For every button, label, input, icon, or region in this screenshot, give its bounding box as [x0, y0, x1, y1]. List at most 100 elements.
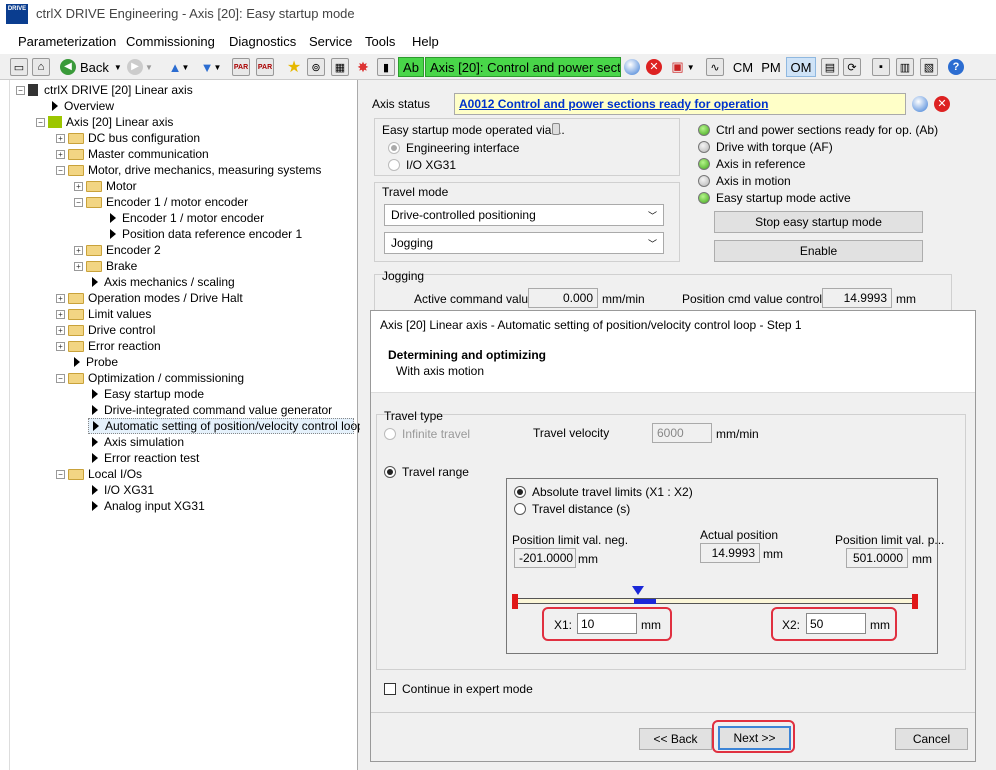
tree-item-easy-startup[interactable]: Easy startup mode	[10, 386, 357, 402]
tree-item-local-ios[interactable]: − Local I/Os	[10, 466, 357, 482]
folder-icon	[86, 180, 102, 192]
status-short-badge: Ab	[398, 57, 424, 77]
tree-item-error-reaction[interactable]: + Error reaction	[10, 338, 357, 354]
param-compare-icon[interactable]: PAR	[256, 58, 274, 76]
tree-item-analog-input[interactable]: Analog input XG31	[10, 498, 357, 514]
travel-range-bar	[518, 598, 912, 604]
collapse-icon[interactable]: −	[36, 117, 45, 127]
home-icon[interactable]: ⌂	[32, 58, 50, 76]
clear-error-icon[interactable]: ✕	[934, 96, 950, 112]
menu-diagnostics[interactable]: Diagnostics	[229, 34, 296, 49]
device-icon[interactable]: ▮	[377, 58, 395, 76]
enable-button[interactable]: Enable	[714, 240, 923, 262]
tree-item-auto-control-loop[interactable]: Automatic setting of position/velocity c…	[88, 418, 374, 434]
sync-icon[interactable]: ⟳	[843, 58, 861, 76]
network-icon[interactable]: ▪	[872, 58, 890, 76]
tree-item-command-generator[interactable]: Drive-integrated command value generator	[10, 402, 357, 418]
x2-input[interactable]	[806, 613, 866, 634]
tree-label: Drive-integrated command value generator	[104, 403, 333, 417]
tree-item-motor-drive[interactable]: − Motor, drive mechanics, measuring syste…	[10, 162, 357, 178]
monitor-refresh-icon[interactable]: ▧	[920, 58, 938, 76]
radio-travel-range[interactable]: Travel range	[384, 465, 469, 479]
pos-limit-pos-unit: mm	[912, 552, 932, 566]
status-led-icon	[698, 124, 710, 136]
travel-mode-select[interactable]: Drive-controlled positioning ﹀	[384, 204, 664, 226]
om-button[interactable]: OM	[786, 57, 816, 77]
tree-item-limit-values[interactable]: + Limit values	[10, 306, 357, 322]
tree-item-axis-simulation[interactable]: Axis simulation	[10, 434, 357, 450]
position-cmd-value: 14.9993	[822, 288, 892, 308]
refresh-icon[interactable]	[912, 96, 928, 112]
tree-label: Easy startup mode	[104, 387, 205, 401]
axis-status-label: Axis status	[372, 97, 431, 111]
tree-item-axis-mechanics[interactable]: Axis mechanics / scaling	[10, 274, 357, 290]
collapse-icon[interactable]: −	[16, 85, 25, 95]
window-icon[interactable]: ▭	[10, 58, 28, 76]
tree-item-dc-bus[interactable]: + DC bus configuration	[10, 130, 357, 146]
monitor-icon[interactable]: ▥	[896, 58, 914, 76]
tree-label: DC bus configuration	[88, 131, 201, 145]
navigation-tree[interactable]: − ctrlX DRIVE [20] Linear axis Overview −…	[10, 80, 374, 770]
radio-travel-distance[interactable]: Travel distance (s)	[514, 502, 630, 516]
help-icon[interactable]: ?	[948, 59, 964, 75]
travel-type-title: Travel type	[384, 409, 443, 423]
forward-button[interactable]: ▶ ▼	[126, 57, 154, 77]
stop-easy-startup-button[interactable]: Stop easy startup mode	[714, 211, 923, 233]
led-easy-startup: Easy startup mode active	[698, 191, 851, 205]
tree-item-error-reaction-test[interactable]: Error reaction test	[10, 450, 357, 466]
radio-infinite-travel[interactable]: Infinite travel	[384, 427, 470, 441]
tree-root[interactable]: − ctrlX DRIVE [20] Linear axis	[10, 82, 357, 98]
down-button[interactable]: ▼ ▼	[196, 57, 226, 77]
tree-item-encoder1[interactable]: − Encoder 1 / motor encoder	[10, 194, 357, 210]
tree-item-motor[interactable]: + Motor	[10, 178, 357, 194]
menu-service[interactable]: Service	[309, 34, 352, 49]
axis-status-link[interactable]: A0012 Control and power sections ready f…	[454, 93, 906, 115]
jog-mode-select[interactable]: Jogging ﹀	[384, 232, 664, 254]
next-button[interactable]: Next >>	[718, 726, 791, 750]
tree-item-drive-control[interactable]: + Drive control	[10, 322, 357, 338]
stop-icon[interactable]: ✕	[646, 59, 662, 75]
pm-button[interactable]: PM	[758, 57, 784, 77]
oscilloscope-icon[interactable]: ∿	[706, 58, 724, 76]
param-icon[interactable]: PAR	[232, 58, 250, 76]
menu-commissioning[interactable]: Commissioning	[126, 34, 215, 49]
radio-io-xg31[interactable]: I/O XG31	[388, 158, 456, 172]
tree-item-brake[interactable]: + Brake	[10, 258, 357, 274]
tree-item-encoder2[interactable]: + Encoder 2	[10, 242, 357, 258]
radio-absolute-limits[interactable]: Absolute travel limits (X1 : X2)	[514, 485, 693, 499]
drive-menu-button[interactable]: ▣ ▼	[666, 57, 700, 77]
back-button[interactable]: ◀ Back ▼	[60, 57, 122, 77]
back-button[interactable]: << Back	[639, 728, 712, 750]
up-button[interactable]: ▲ ▼	[164, 57, 194, 77]
tree-item-overview[interactable]: Overview	[10, 98, 357, 114]
calendar-icon[interactable]: ▦	[331, 58, 349, 76]
tree-item-probe[interactable]: Probe	[10, 354, 357, 370]
error-star-icon[interactable]: ✸	[354, 57, 372, 77]
tree-item-operation-modes[interactable]: + Operation modes / Drive Halt	[10, 290, 357, 306]
binoculars-icon[interactable]: ⊚	[307, 58, 325, 76]
page-icon	[92, 389, 98, 399]
pos-limit-pos-label: Position limit val. p...	[835, 533, 945, 547]
menu-tools[interactable]: Tools	[365, 34, 395, 49]
expert-mode-checkbox[interactable]: Continue in expert mode	[384, 682, 533, 696]
chevron-down-icon: ﹀	[647, 238, 657, 249]
menu-help[interactable]: Help	[412, 34, 439, 49]
back-arrow-icon: ◀	[60, 59, 76, 75]
tree-item-encoder1-page[interactable]: Encoder 1 / motor encoder	[10, 210, 357, 226]
tree-label: Axis mechanics / scaling	[104, 275, 235, 289]
cancel-button[interactable]: Cancel	[895, 728, 968, 750]
tree-item-io-xg31[interactable]: I/O XG31	[10, 482, 357, 498]
travel-limit-right-marker	[912, 594, 918, 609]
tree-item-position-reference[interactable]: Position data reference encoder 1	[10, 226, 357, 242]
menu-parameterization[interactable]: Parameterization	[18, 34, 116, 49]
x1-input[interactable]	[577, 613, 637, 634]
refresh-icon[interactable]	[624, 59, 640, 75]
tree-item-optimization[interactable]: − Optimization / commissioning	[10, 370, 357, 386]
cm-button[interactable]: CM	[730, 57, 756, 77]
radio-engineering-interface[interactable]: Engineering interface	[388, 141, 519, 155]
page-icon	[74, 357, 80, 367]
tree-item-master-communication[interactable]: + Master communication	[10, 146, 357, 162]
favorite-star-icon[interactable]: ★	[285, 57, 303, 77]
tree-item-axis[interactable]: − Axis [20] Linear axis	[10, 114, 357, 130]
panel-icon[interactable]: ▤	[821, 58, 839, 76]
